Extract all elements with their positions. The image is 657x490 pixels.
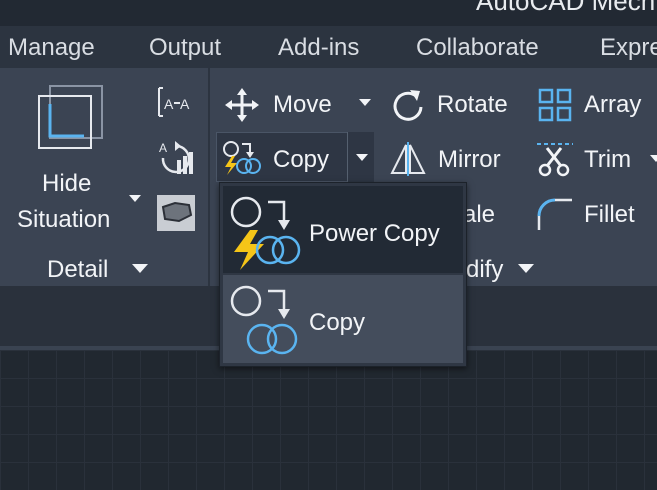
chevron-down-icon	[356, 154, 368, 162]
ribbon-tab-bar: Manage Output Add-ins Collaborate Expre	[0, 26, 657, 68]
hide-situation-dropdown-icon[interactable]	[129, 195, 141, 203]
title-bar: AutoCAD Mech	[0, 0, 657, 26]
move-label[interactable]: Move	[273, 91, 332, 119]
power-copy-icon	[228, 194, 304, 270]
svg-text:A: A	[164, 96, 174, 112]
hide-situation-label-2[interactable]: Situation	[17, 206, 110, 234]
fillet-label[interactable]: Fillet	[584, 201, 635, 229]
trim-label[interactable]: Trim	[584, 146, 631, 174]
trim-dropdown-icon[interactable]	[650, 155, 657, 163]
copy-dropdown-toggle[interactable]	[347, 132, 374, 182]
app-title: AutoCAD Mech	[476, 0, 656, 16]
array-label[interactable]: Array	[584, 91, 641, 119]
mirror-label[interactable]: Mirror	[438, 146, 501, 174]
panel-separator	[208, 68, 210, 286]
rotate-label[interactable]: Rotate	[437, 91, 508, 119]
cut-out-icon[interactable]	[157, 195, 195, 231]
tab-express[interactable]: Expre	[600, 34, 657, 62]
array-icon[interactable]	[538, 88, 572, 122]
detail-panel-expand-icon[interactable]	[132, 264, 148, 274]
drawing-canvas[interactable]	[0, 346, 657, 490]
hide-situation-label-1[interactable]: Hide	[42, 170, 91, 198]
tab-add-ins[interactable]: Add-ins	[278, 34, 359, 62]
copy-menu-label: Copy	[309, 309, 366, 336]
tab-output[interactable]: Output	[149, 34, 221, 62]
tab-collaborate[interactable]: Collaborate	[416, 34, 539, 62]
modify-panel-expand-icon[interactable]	[518, 264, 534, 274]
detail-panel-label[interactable]: Detail	[47, 256, 108, 284]
power-copy-label: Power Copy	[309, 220, 440, 247]
copy-dropdown-menu: Power Copy Copy	[219, 182, 467, 367]
align-text-icon[interactable]: A A	[157, 86, 195, 118]
power-copy-small-icon	[222, 140, 262, 176]
trim-icon[interactable]	[537, 138, 573, 178]
menu-item-copy[interactable]: Copy	[223, 275, 463, 363]
move-dropdown-icon[interactable]	[359, 99, 371, 107]
tab-manage[interactable]: Manage	[8, 34, 95, 62]
fillet-icon[interactable]	[536, 196, 574, 232]
move-icon[interactable]	[225, 88, 259, 122]
svg-text:A: A	[159, 141, 167, 155]
rotate-annotation-icon[interactable]: A	[157, 138, 197, 178]
hide-situation-icon[interactable]	[36, 84, 106, 154]
copy-label[interactable]: Copy	[273, 146, 329, 174]
rotate-icon[interactable]	[390, 87, 426, 123]
copy-icon	[228, 283, 304, 359]
svg-text:A: A	[180, 96, 190, 112]
menu-item-power-copy[interactable]: Power Copy	[223, 186, 463, 273]
mirror-icon[interactable]	[390, 142, 426, 176]
scale-label-partial[interactable]: ale	[463, 201, 495, 229]
modify-panel-label[interactable]: dify	[466, 256, 503, 284]
